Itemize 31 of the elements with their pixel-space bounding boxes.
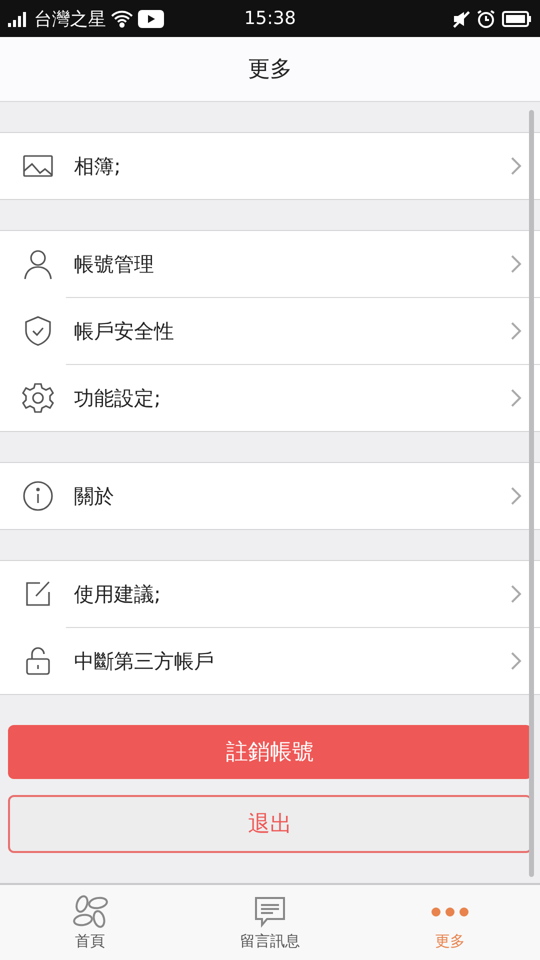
mute-icon	[452, 10, 470, 28]
carrier-name: 台灣之星	[34, 8, 106, 30]
shield-icon	[22, 315, 54, 347]
chevron-icon	[510, 388, 522, 408]
alarm-icon	[476, 8, 496, 28]
clock-time: 15:38	[244, 8, 296, 29]
message-icon	[253, 896, 287, 928]
chevron-icon	[510, 321, 522, 341]
menu-item[interactable]: 功能設定;	[66, 364, 540, 431]
info-icon	[22, 480, 54, 512]
page-title: 更多	[248, 56, 292, 84]
chevron-icon	[510, 651, 522, 671]
wifi-icon	[110, 10, 134, 28]
chevron-icon	[510, 156, 522, 176]
more-icon	[430, 906, 470, 918]
chevron-icon	[510, 486, 522, 506]
chevron-icon	[510, 254, 522, 274]
chevron-icon	[510, 584, 522, 604]
play-icon	[138, 10, 164, 28]
tab[interactable]: 留言訊息	[180, 885, 360, 960]
battery-icon	[502, 10, 532, 26]
menu-item[interactable]: 帳戶安全性	[66, 297, 540, 364]
menu-item[interactable]: 關於	[0, 463, 540, 529]
petals-icon	[72, 895, 108, 929]
person-icon	[22, 248, 54, 280]
menu-item[interactable]: 使用建議;	[0, 561, 540, 627]
menu-item[interactable]: 帳號管理	[0, 231, 540, 297]
menu-item[interactable]: 相簿;	[0, 133, 540, 199]
tab[interactable]: 首頁	[0, 885, 180, 960]
menu-item[interactable]: 中斷第三方帳戶	[66, 627, 540, 694]
settings-icon	[22, 382, 54, 414]
